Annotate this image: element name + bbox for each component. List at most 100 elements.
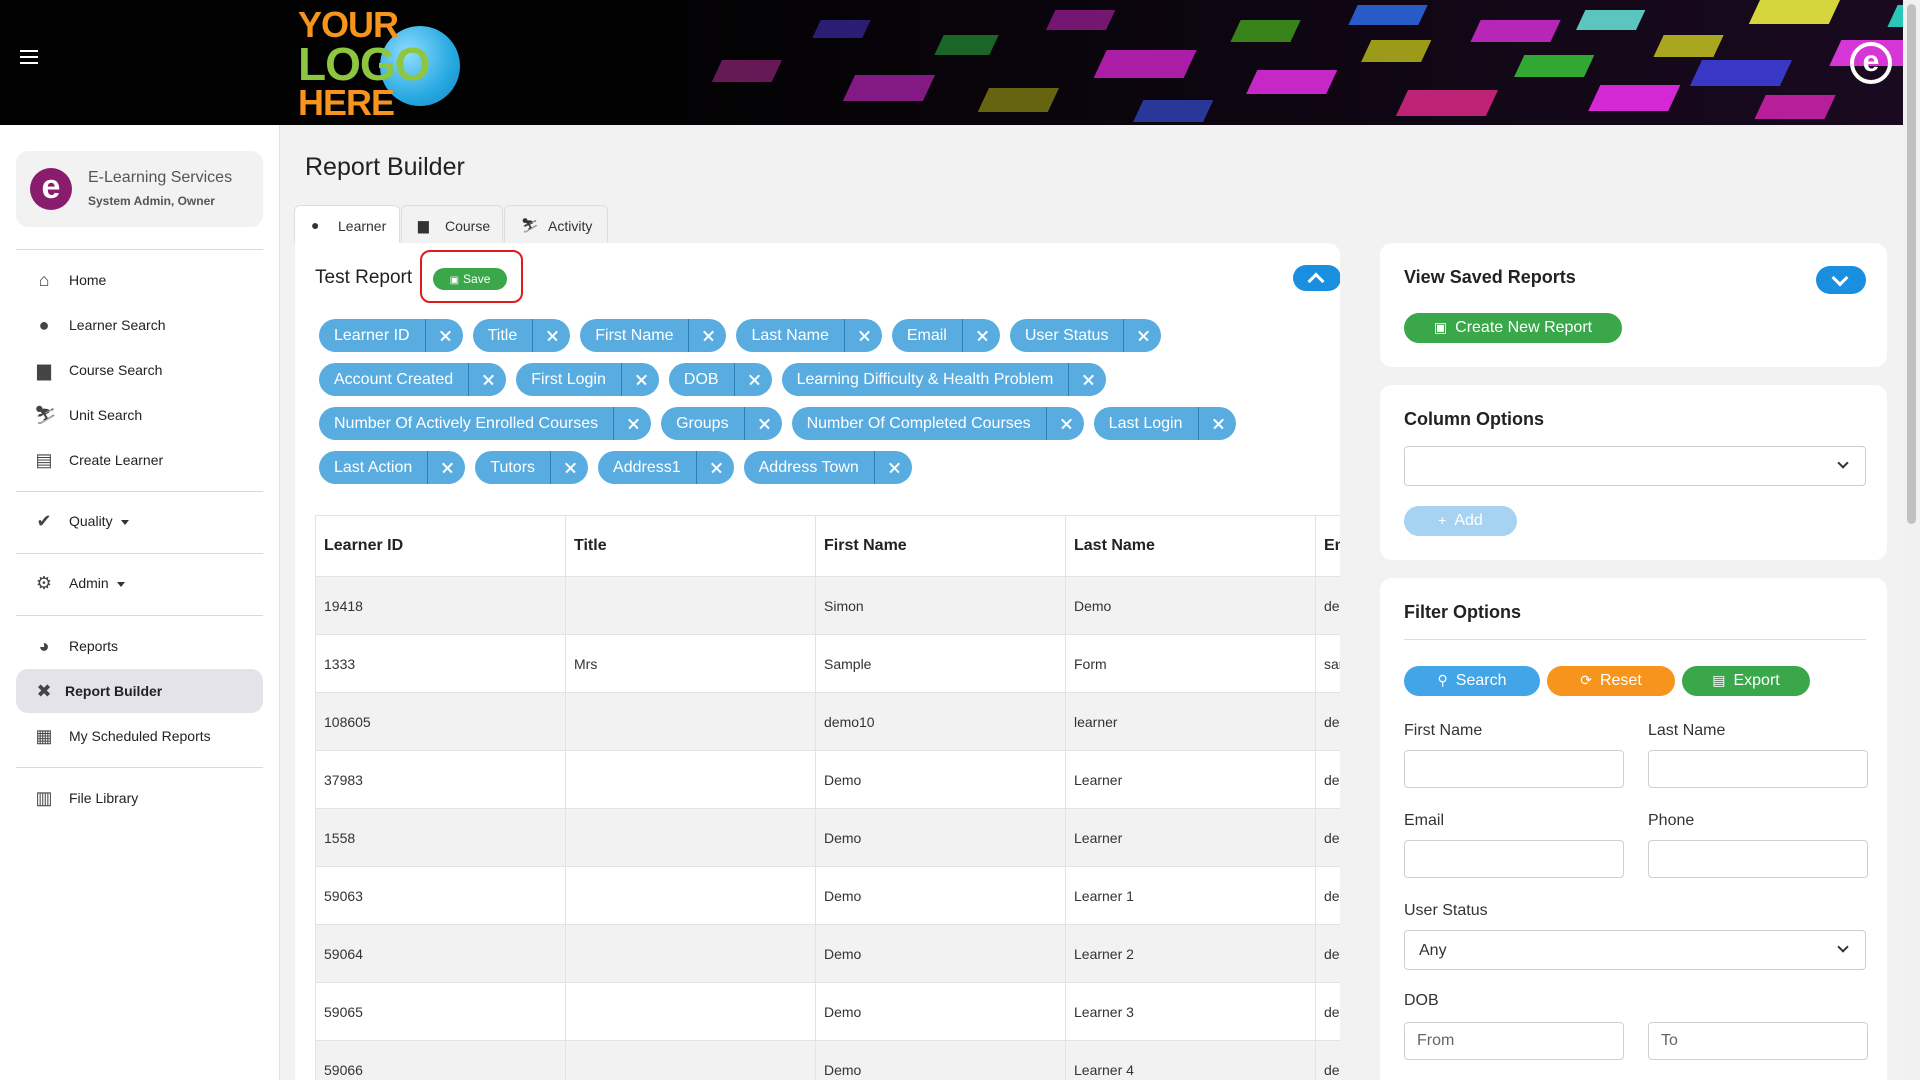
report-name: Test Report	[315, 267, 413, 288]
table-cell	[565, 692, 816, 751]
column-header[interactable]: Em	[1315, 515, 1340, 577]
table-cell: Demo	[815, 750, 1066, 809]
save-button[interactable]: ▣ Save	[433, 268, 507, 290]
user-circle-icon: ●	[311, 217, 320, 233]
remove-chip-icon[interactable]	[613, 407, 651, 440]
remove-chip-icon[interactable]	[743, 407, 782, 440]
column-header[interactable]: Last Name	[1065, 515, 1316, 577]
save-icon: ▣	[1433, 319, 1448, 335]
export-button[interactable]: ▤ Export	[1682, 666, 1810, 696]
sidebar-divider	[16, 249, 263, 250]
sidebar-item-admin[interactable]: ⚙ Admin	[16, 561, 263, 605]
sidebar-item-label: My Scheduled Reports	[69, 728, 211, 744]
chip-label: Email	[906, 327, 947, 344]
remove-chip-icon[interactable]	[468, 363, 506, 396]
remove-chip-icon[interactable]	[620, 363, 659, 396]
chip-label: Last Login	[1108, 415, 1183, 432]
chip-label: Learner ID	[334, 327, 410, 344]
remove-chip-icon[interactable]	[1068, 363, 1106, 396]
scrollbar-thumb[interactable]	[1907, 4, 1916, 524]
user-card[interactable]: e E-Learning Services System Admin, Owne…	[16, 151, 263, 227]
column-header[interactable]: Title	[565, 515, 816, 577]
expand-button[interactable]	[1816, 266, 1866, 294]
table-cell: Learner 3	[1065, 982, 1316, 1041]
remove-chip-icon[interactable]	[550, 451, 588, 484]
remove-chip-icon[interactable]	[695, 451, 734, 484]
remove-chip-icon[interactable]	[1197, 407, 1236, 440]
remove-chip-icon[interactable]	[843, 319, 882, 352]
email-label: Email	[1404, 812, 1445, 829]
dob-to-field[interactable]	[1648, 1022, 1868, 1060]
refresh-icon: ⟳	[1580, 672, 1592, 688]
column-options-card: Column Options + Add	[1380, 385, 1887, 560]
table-cell: Demo	[815, 924, 1066, 983]
table-cell	[565, 866, 816, 925]
report-table-container[interactable]: Learner ID Title First Name Last Name Em…	[315, 515, 1340, 1080]
email-field[interactable]	[1404, 840, 1624, 878]
tools-icon: ✖	[36, 681, 52, 701]
avatar: e	[30, 168, 72, 210]
user-status-select[interactable]: Any	[1404, 930, 1866, 970]
table-cell: der	[1315, 692, 1340, 751]
reset-button[interactable]: ⟳ Reset	[1547, 666, 1675, 696]
search-button[interactable]: ⚲ Search	[1404, 666, 1540, 696]
tab-activity[interactable]: ⛷ Activity	[504, 205, 608, 243]
remove-chip-icon[interactable]	[688, 319, 726, 352]
teacher-icon: ▆	[37, 360, 51, 380]
page-scrollbar[interactable]	[1903, 0, 1920, 1080]
hamburger-icon[interactable]	[20, 50, 38, 66]
sidebar-item-create-learner[interactable]: ▤ Create Learner	[16, 438, 263, 482]
sidebar-item-learner-search[interactable]: ● Learner Search	[16, 303, 263, 347]
column-chip: User Status	[1009, 319, 1162, 352]
pie-chart-icon: ◕	[38, 636, 50, 656]
sidebar-item-home[interactable]: ⌂ Home	[16, 258, 263, 302]
calendar-icon: ▦	[35, 726, 53, 746]
column-options-title: Column Options	[1404, 409, 1544, 429]
sidebar-item-my-scheduled-reports[interactable]: ▦ My Scheduled Reports	[16, 714, 263, 758]
sidebar-item-report-builder[interactable]: ✖ Report Builder	[16, 669, 263, 713]
remove-chip-icon[interactable]	[961, 319, 1000, 352]
sidebar-item-label: Home	[69, 272, 107, 288]
remove-chip-icon[interactable]	[1123, 319, 1161, 352]
skier-icon: ⛷	[34, 405, 57, 425]
create-new-report-button[interactable]: ▣ Create New Report	[1404, 313, 1622, 343]
table-row: 59065 DemoLearner 3der	[315, 982, 1340, 1041]
tab-learner[interactable]: ● Learner	[294, 205, 400, 243]
tab-label: Learner	[338, 218, 387, 234]
clipboard-icon: ▤	[35, 450, 53, 470]
sidebar-item-course-search[interactable]: ▆ Course Search	[16, 348, 263, 392]
sidebar-item-reports[interactable]: ◕ Reports	[16, 624, 263, 668]
table-cell: Learner	[1065, 808, 1316, 867]
add-column-button[interactable]: + Add	[1404, 506, 1517, 536]
sidebar-item-label: File Library	[69, 790, 139, 806]
column-header[interactable]: Learner ID	[315, 515, 566, 577]
caret-down-icon	[116, 581, 125, 587]
collapse-button[interactable]	[1293, 265, 1340, 291]
column-chip: Groups	[661, 407, 782, 440]
phone-field[interactable]	[1648, 840, 1868, 878]
sidebar-item-unit-search[interactable]: ⛷ Unit Search	[16, 393, 263, 437]
remove-chip-icon[interactable]	[532, 319, 570, 352]
first-name-field[interactable]	[1404, 750, 1624, 788]
table-cell: der	[1315, 924, 1340, 983]
sidebar-item-file-library[interactable]: ▥ File Library	[16, 776, 263, 820]
tab-course[interactable]: ▆ Course	[401, 205, 503, 243]
remove-chip-icon[interactable]	[424, 319, 463, 352]
remove-chip-icon[interactable]	[427, 451, 465, 484]
sidebar-item-quality[interactable]: ✔ Quality	[16, 499, 263, 543]
chevron-up-icon	[1307, 272, 1325, 290]
chip-label: Last Name	[751, 327, 829, 344]
remove-chip-icon[interactable]	[733, 363, 772, 396]
sidebar-divider	[16, 491, 263, 492]
remove-chip-icon[interactable]	[1045, 407, 1084, 440]
remove-chip-icon[interactable]	[873, 451, 912, 484]
last-name-field[interactable]	[1648, 750, 1868, 788]
table-cell: Learner 1	[1065, 866, 1316, 925]
column-header[interactable]: First Name	[815, 515, 1066, 577]
dob-from-field[interactable]	[1404, 1022, 1624, 1060]
teacher-icon: ▆	[418, 217, 429, 233]
sidebar-item-label: Report Builder	[65, 683, 163, 699]
sidebar-item-label: Course Search	[69, 362, 163, 378]
table-cell: Simon	[815, 576, 1066, 635]
column-select[interactable]	[1404, 446, 1866, 486]
